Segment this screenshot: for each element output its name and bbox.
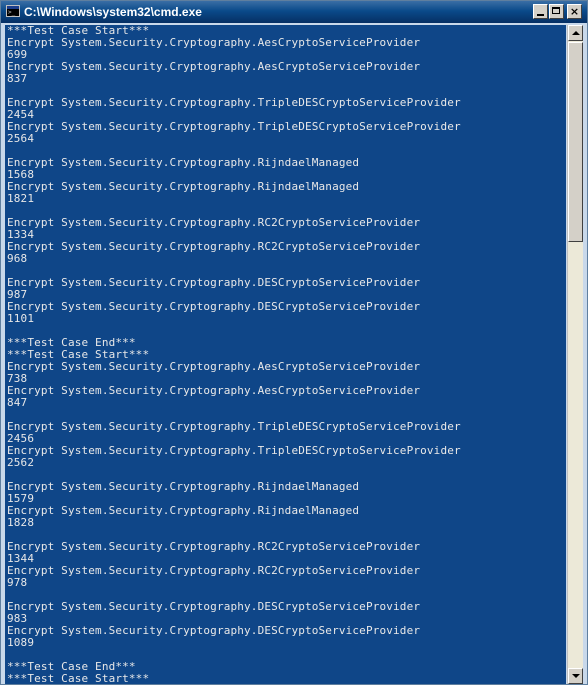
cmd-window: >_ C:\Windows\system32\cmd.exe × ***Test… bbox=[0, 0, 588, 685]
console-line: Encrypt System.Security.Cryptography.Aes… bbox=[7, 360, 421, 373]
scroll-down-arrow-icon bbox=[572, 674, 580, 678]
console-line: Encrypt System.Security.Cryptography.RC2… bbox=[7, 540, 421, 553]
console-line: Encrypt System.Security.Cryptography.DES… bbox=[7, 624, 421, 637]
console-line: 1828 bbox=[7, 516, 35, 529]
cmd-app-icon-prompt: >_ bbox=[8, 9, 16, 16]
console-line: Encrypt System.Security.Cryptography.Aes… bbox=[7, 60, 421, 73]
console-line: Encrypt System.Security.Cryptography.DES… bbox=[7, 276, 421, 289]
console-line: Encrypt System.Security.Cryptography.Tri… bbox=[7, 420, 461, 433]
minimize-icon bbox=[537, 14, 544, 16]
console-line: 1089 bbox=[7, 636, 35, 649]
window-title: C:\Windows\system32\cmd.exe bbox=[24, 5, 202, 19]
console-line: Encrypt System.Security.Cryptography.Aes… bbox=[7, 36, 421, 49]
console-line: 978 bbox=[7, 576, 28, 589]
console-line: Encrypt System.Security.Cryptography.Aes… bbox=[7, 384, 421, 397]
console-line: Encrypt System.Security.Cryptography.RC2… bbox=[7, 216, 421, 229]
console-line: Encrypt System.Security.Cryptography.Tri… bbox=[7, 120, 461, 133]
console-line: 1821 bbox=[7, 192, 35, 205]
console-line: Encrypt System.Security.Cryptography.Tri… bbox=[7, 96, 461, 109]
console-line: Encrypt System.Security.Cryptography.Rij… bbox=[7, 480, 360, 493]
console-line: 847 bbox=[7, 396, 28, 409]
console-line: Encrypt System.Security.Cryptography.RC2… bbox=[7, 564, 421, 577]
console-line: 2562 bbox=[7, 456, 35, 469]
console-line: Encrypt System.Security.Cryptography.Rij… bbox=[7, 180, 360, 193]
console-line: 2564 bbox=[7, 132, 35, 145]
close-button[interactable]: × bbox=[567, 4, 582, 19]
cmd-app-icon[interactable]: >_ bbox=[6, 5, 20, 17]
scroll-thumb[interactable] bbox=[568, 42, 583, 242]
title-bar[interactable]: >_ C:\Windows\system32\cmd.exe × bbox=[1, 1, 587, 23]
console-line: Encrypt System.Security.Cryptography.DES… bbox=[7, 300, 421, 313]
console-line: Encrypt System.Security.Cryptography.Rij… bbox=[7, 504, 360, 517]
maximize-button[interactable] bbox=[549, 4, 564, 19]
console-line: Encrypt System.Security.Cryptography.Rij… bbox=[7, 156, 360, 169]
console-line: ***Test Case Start*** bbox=[7, 672, 150, 685]
console-line: Encrypt System.Security.Cryptography.RC2… bbox=[7, 240, 421, 253]
console-line: 968 bbox=[7, 252, 28, 265]
console-lines: ***Test Case Start*** Encrypt System.Secu… bbox=[7, 25, 461, 684]
maximize-icon bbox=[552, 7, 560, 14]
scroll-down-button[interactable] bbox=[568, 668, 583, 684]
console-output[interactable]: ***Test Case Start*** Encrypt System.Secu… bbox=[5, 25, 566, 684]
scroll-up-button[interactable] bbox=[568, 25, 583, 41]
console-line: Encrypt System.Security.Cryptography.Tri… bbox=[7, 444, 461, 457]
minimize-button[interactable] bbox=[533, 4, 548, 19]
console-line: 1101 bbox=[7, 312, 35, 325]
scroll-up-arrow-icon bbox=[572, 31, 580, 35]
console-line: Encrypt System.Security.Cryptography.DES… bbox=[7, 600, 421, 613]
console-line: 837 bbox=[7, 72, 28, 85]
vertical-scrollbar[interactable] bbox=[567, 25, 583, 684]
close-icon: × bbox=[569, 5, 580, 18]
